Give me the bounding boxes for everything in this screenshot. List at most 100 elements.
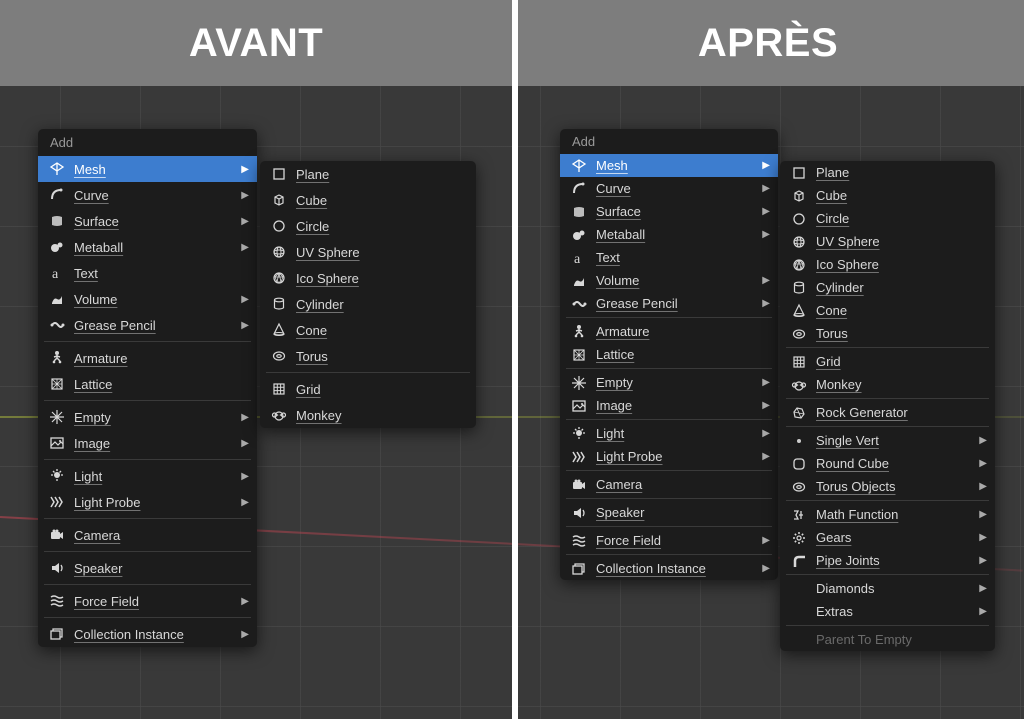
menu-item-armature[interactable]: Armature <box>560 320 778 343</box>
menu-item-cone[interactable]: Cone <box>780 299 995 322</box>
menu-item-grid[interactable]: Grid <box>260 376 476 402</box>
menu-item-lattice[interactable]: Lattice <box>560 343 778 366</box>
menu-item-label: Grid <box>816 354 987 369</box>
menu-item-light[interactable]: Light▶ <box>560 422 778 445</box>
menu-item-extras[interactable]: Extras▶ <box>780 600 995 623</box>
menu-item-metaball[interactable]: Metaball▶ <box>38 234 257 260</box>
menu-item-speaker[interactable]: Speaker <box>38 555 257 581</box>
menu-item-light[interactable]: Light ▶ <box>38 463 257 489</box>
menu-item-mesh[interactable]: Mesh▶ <box>38 156 257 182</box>
menu-separator <box>566 368 772 369</box>
submenu-arrow-icon: ▶ <box>241 320 249 331</box>
submenu-arrow-icon: ▶ <box>762 206 770 217</box>
submenu-arrow-icon: ▶ <box>241 471 249 482</box>
menu-item-cube[interactable]: Cube <box>260 187 476 213</box>
gear-icon <box>790 529 808 547</box>
menu-item-monkey[interactable]: Monkey <box>780 373 995 396</box>
menu-item-mesh[interactable]: Mesh▶ <box>560 154 778 177</box>
menu-item-cube[interactable]: Cube <box>780 184 995 207</box>
header-right-title: APRÈS <box>698 21 838 66</box>
menu-item-collection-instance[interactable]: Collection Instance▶ <box>38 621 257 647</box>
menu-item-armature[interactable]: Armature <box>38 345 257 371</box>
menu-item-plane[interactable]: Plane <box>780 161 995 184</box>
menu-item-curve[interactable]: Curve▶ <box>38 182 257 208</box>
menu-item-torus[interactable]: Torus <box>260 343 476 369</box>
menu-item-surface[interactable]: Surface▶ <box>560 200 778 223</box>
menu-item-monkey[interactable]: Monkey <box>260 402 476 428</box>
menu-item-empty[interactable]: Empty▶ <box>560 371 778 394</box>
cylinder-icon <box>790 279 808 297</box>
uvsphere-icon <box>790 233 808 251</box>
menu-item-label: Cone <box>296 323 468 338</box>
menu-item-light-probe[interactable]: Light Probe▶ <box>560 445 778 468</box>
menu-item-pipe-joints[interactable]: Pipe Joints▶ <box>780 549 995 572</box>
menu-item-single-vert[interactable]: Single Vert▶ <box>780 429 995 452</box>
menu-body: Mesh▶Curve▶Surface▶Metaball▶TextVolume▶G… <box>38 156 257 647</box>
menu-item-plane[interactable]: Plane <box>260 161 476 187</box>
menu-separator <box>786 500 989 501</box>
menu-item-label: Circle <box>816 211 987 226</box>
menu-item-text[interactable]: Text <box>560 246 778 269</box>
menu-item-uv-sphere[interactable]: UV Sphere <box>260 239 476 265</box>
menu-item-grid[interactable]: Grid <box>780 350 995 373</box>
menu-item-grease-pencil[interactable]: Grease Pencil▶ <box>38 312 257 338</box>
menu-item-cone[interactable]: Cone <box>260 317 476 343</box>
menu-item-surface[interactable]: Surface▶ <box>38 208 257 234</box>
menu-item-grease-pencil[interactable]: Grease Pencil▶ <box>560 292 778 315</box>
menu-item-label: Metaball <box>596 227 754 242</box>
cube-icon <box>270 191 288 209</box>
menu-item-label: Empty <box>74 410 233 425</box>
menu-item-math-function[interactable]: Math Function▶ <box>780 503 995 526</box>
lattice-icon <box>570 346 588 364</box>
menu-item-label: Extras <box>816 604 971 619</box>
menu-separator <box>786 625 989 626</box>
add-menu-left: Add Mesh▶Curve▶Surface▶Metaball▶TextVolu… <box>38 129 257 647</box>
menu-item-volume[interactable]: Volume▶ <box>560 269 778 292</box>
menu-item-parent-to-empty[interactable]: Parent To Empty <box>780 628 995 651</box>
menu-item-light-probe[interactable]: Light Probe▶ <box>38 489 257 515</box>
menu-item-label: Cone <box>816 303 987 318</box>
menu-item-diamonds[interactable]: Diamonds▶ <box>780 577 995 600</box>
menu-item-metaball[interactable]: Metaball▶ <box>560 223 778 246</box>
menu-item-circle[interactable]: Circle <box>260 213 476 239</box>
submenu-arrow-icon: ▶ <box>762 428 770 439</box>
menu-item-volume[interactable]: Volume▶ <box>38 286 257 312</box>
menu-separator <box>44 617 251 618</box>
menu-item-lattice[interactable]: Lattice <box>38 371 257 397</box>
submenu-arrow-icon: ▶ <box>762 535 770 546</box>
menu-item-torus[interactable]: Torus <box>780 322 995 345</box>
menu-item-cylinder[interactable]: Cylinder <box>260 291 476 317</box>
menu-item-circle[interactable]: Circle <box>780 207 995 230</box>
menu-item-label: Light <box>74 469 233 484</box>
menu-item-uv-sphere[interactable]: UV Sphere <box>780 230 995 253</box>
menu-body: PlaneCubeCircleUV SphereIco SphereCylind… <box>260 161 476 428</box>
menu-title: Add <box>38 129 257 156</box>
menu-item-ico-sphere[interactable]: Ico Sphere <box>260 265 476 291</box>
menu-item-collection-instance[interactable]: Collection Instance▶ <box>560 557 778 580</box>
blank-icon <box>790 631 808 649</box>
menu-item-force-field[interactable]: Force Field▶ <box>560 529 778 552</box>
curve-icon <box>48 186 66 204</box>
menu-item-cylinder[interactable]: Cylinder <box>780 276 995 299</box>
menu-item-gears[interactable]: Gears▶ <box>780 526 995 549</box>
menu-item-label: Metaball <box>74 240 233 255</box>
lightprobe-icon <box>48 493 66 511</box>
menu-item-speaker[interactable]: Speaker <box>560 501 778 524</box>
menu-item-torus-objects[interactable]: Torus Objects▶ <box>780 475 995 498</box>
menu-item-image[interactable]: Image▶ <box>38 430 257 456</box>
menu-item-text[interactable]: Text <box>38 260 257 286</box>
menu-item-round-cube[interactable]: Round Cube▶ <box>780 452 995 475</box>
submenu-arrow-icon: ▶ <box>762 451 770 462</box>
menu-item-camera[interactable]: Camera <box>560 473 778 496</box>
menu-item-image[interactable]: Image▶ <box>560 394 778 417</box>
menu-item-curve[interactable]: Curve▶ <box>560 177 778 200</box>
text-icon <box>570 249 588 267</box>
menu-item-empty[interactable]: Empty▶ <box>38 404 257 430</box>
submenu-arrow-icon: ▶ <box>241 294 249 305</box>
menu-item-force-field[interactable]: Force Field▶ <box>38 588 257 614</box>
menu-item-camera[interactable]: Camera <box>38 522 257 548</box>
camera-icon <box>48 526 66 544</box>
menu-item-rock-generator[interactable]: Rock Generator <box>780 401 995 424</box>
menu-item-ico-sphere[interactable]: Ico Sphere <box>780 253 995 276</box>
uvsphere-icon <box>270 243 288 261</box>
